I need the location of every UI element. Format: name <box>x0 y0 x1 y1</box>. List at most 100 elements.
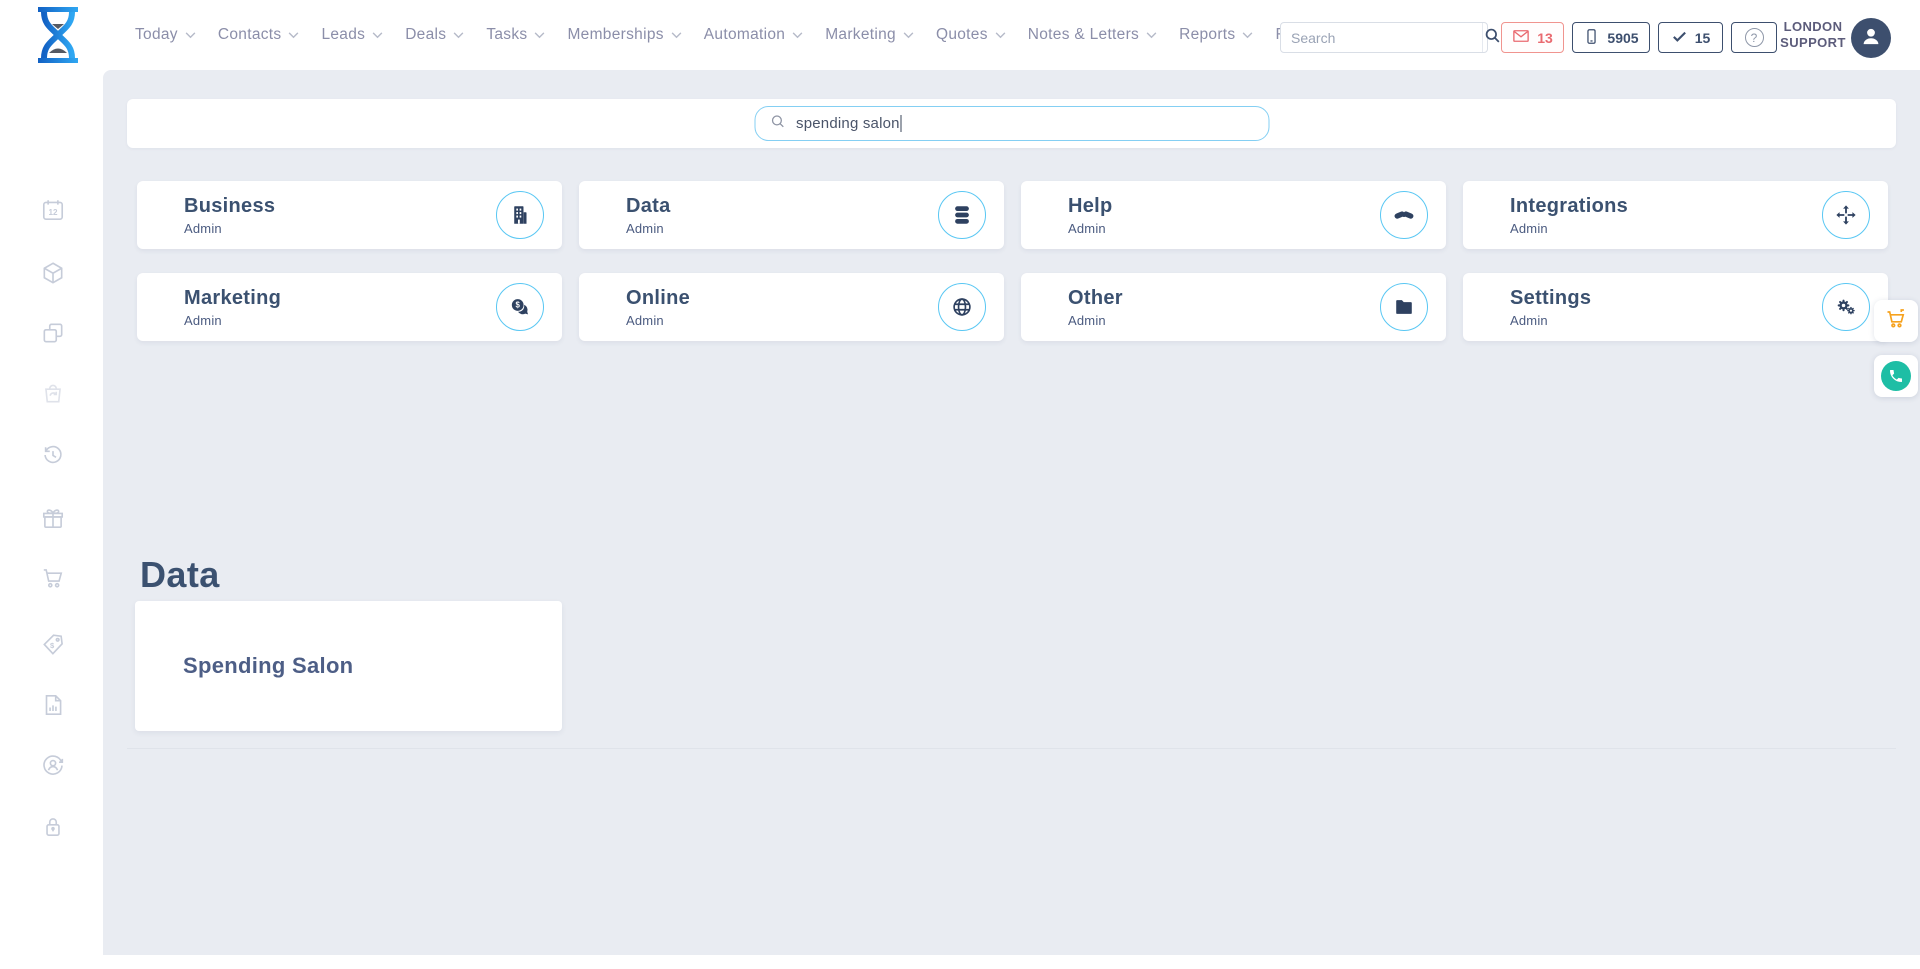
sidebar-icon-lock[interactable] <box>40 814 66 840</box>
card-data[interactable]: Data Admin <box>579 181 1004 249</box>
chevron-down-icon <box>288 32 299 39</box>
card-title: Business <box>184 195 275 218</box>
sidebar-icon-history[interactable] <box>40 442 66 468</box>
card-subtitle: Admin <box>626 221 671 236</box>
floating-cart-button[interactable] <box>1874 300 1918 342</box>
result-item-spending-salon[interactable]: Spending Salon <box>135 601 562 731</box>
chevron-down-icon <box>534 32 545 39</box>
card-text: Business Admin <box>137 195 275 236</box>
tasks-badge-button[interactable]: 15 <box>1658 22 1723 53</box>
card-business[interactable]: Business Admin <box>137 181 562 249</box>
card-text: Settings Admin <box>1463 287 1591 328</box>
nav-label: Tasks <box>486 26 527 44</box>
move-arrows-icon <box>1822 191 1870 239</box>
building-icon <box>496 191 544 239</box>
global-search-box <box>1280 22 1488 53</box>
card-text: Online Admin <box>579 287 690 328</box>
card-other[interactable]: Other Admin <box>1021 273 1446 341</box>
profile-name-line2: SUPPORT <box>1780 35 1846 51</box>
nav-label: Contacts <box>218 26 282 44</box>
module-search-input[interactable]: spending salon <box>754 106 1269 141</box>
folder-icon <box>1380 283 1428 331</box>
left-sidebar: 12 $ <box>0 70 103 969</box>
app-logo-hourglass-icon[interactable] <box>36 5 80 65</box>
sidebar-icon-copy[interactable] <box>40 320 66 346</box>
gears-icon <box>1822 283 1870 331</box>
nav-label: Quotes <box>936 26 988 44</box>
module-cards-grid: Business Admin Data Admin Help <box>137 181 1888 341</box>
nav-item-tasks[interactable]: Tasks <box>486 26 545 44</box>
card-marketing[interactable]: Marketing Admin $ <box>137 273 562 341</box>
card-online[interactable]: Online Admin <box>579 273 1004 341</box>
avatar[interactable] <box>1851 18 1891 58</box>
search-submit-button[interactable] <box>1482 23 1502 52</box>
section-divider <box>127 748 1896 749</box>
nav-label: Today <box>135 26 178 44</box>
nav-label: Reports <box>1179 26 1235 44</box>
card-text: Help Admin <box>1021 195 1113 236</box>
card-settings[interactable]: Settings Admin <box>1463 273 1888 341</box>
svg-text:12: 12 <box>48 208 58 217</box>
chevron-down-icon <box>185 32 196 39</box>
sidebar-icon-bag-refresh[interactable] <box>40 380 66 406</box>
chevron-down-icon <box>792 32 803 39</box>
card-help[interactable]: Help Admin <box>1021 181 1446 249</box>
card-text: Integrations Admin <box>1463 195 1628 236</box>
profile-name: LONDON SUPPORT <box>1778 0 1848 70</box>
card-subtitle: Admin <box>184 313 281 328</box>
phone-badge-button[interactable]: 5905 <box>1572 22 1650 53</box>
card-title: Other <box>1068 287 1123 310</box>
nav-item-marketing[interactable]: Marketing <box>825 26 914 44</box>
nav-item-automation[interactable]: Automation <box>704 26 803 44</box>
sidebar-icon-calendar[interactable]: 12 <box>40 197 66 223</box>
results-section-heading: Data <box>140 554 220 596</box>
card-subtitle: Admin <box>626 313 690 328</box>
chevron-down-icon <box>453 32 464 39</box>
card-subtitle: Admin <box>1510 221 1628 236</box>
nav-label: Marketing <box>825 26 896 44</box>
mail-badge-button[interactable]: 13 <box>1501 22 1564 53</box>
chevron-down-icon <box>372 32 383 39</box>
module-search-value: spending salon <box>796 115 900 132</box>
floating-whatsapp-button[interactable] <box>1874 355 1918 397</box>
chevron-down-icon <box>995 32 1006 39</box>
card-subtitle: Admin <box>184 221 275 236</box>
text-cursor <box>901 115 902 132</box>
card-title: Data <box>626 195 671 218</box>
nav-item-today[interactable]: Today <box>135 26 196 44</box>
nav-item-leads[interactable]: Leads <box>321 26 383 44</box>
sidebar-icon-report-document[interactable] <box>40 692 66 718</box>
card-title: Help <box>1068 195 1113 218</box>
sidebar-icon-price-tag[interactable]: $ <box>40 632 66 658</box>
global-search-input[interactable] <box>1281 30 1482 46</box>
person-icon <box>1858 23 1884 54</box>
nav-label: Automation <box>704 26 785 44</box>
chevron-down-icon <box>1242 32 1253 39</box>
nav-item-reports[interactable]: Reports <box>1179 26 1253 44</box>
nav-item-quotes[interactable]: Quotes <box>936 26 1006 44</box>
phone-count: 5905 <box>1607 30 1638 46</box>
nav-item-notes-letters[interactable]: Notes & Letters <box>1028 26 1157 44</box>
nav-item-contacts[interactable]: Contacts <box>218 26 300 44</box>
nav-label: Leads <box>321 26 365 44</box>
sidebar-icon-person-sync[interactable] <box>40 752 66 778</box>
card-subtitle: Admin <box>1510 313 1591 328</box>
sidebar-icon-gift[interactable] <box>40 505 66 531</box>
nav-item-deals[interactable]: Deals <box>405 26 464 44</box>
whatsapp-phone-icon <box>1881 361 1911 391</box>
chevron-down-icon <box>1146 32 1157 39</box>
nav-label: Memberships <box>567 26 663 44</box>
help-button[interactable]: ? <box>1731 22 1777 53</box>
svg-text:$: $ <box>516 301 521 310</box>
sidebar-icon-cube[interactable] <box>40 260 66 286</box>
smartphone-icon <box>1583 28 1600 48</box>
handshake-icon <box>1380 191 1428 239</box>
card-text: Data Admin <box>579 195 671 236</box>
main-nav: Today Contacts Leads Deals Tasks Members… <box>135 0 1310 70</box>
card-integrations[interactable]: Integrations Admin <box>1463 181 1888 249</box>
card-subtitle: Admin <box>1068 221 1113 236</box>
main-content: spending salon Business Admin Data Admin <box>103 70 1920 955</box>
question-mark-icon: ? <box>1745 28 1764 47</box>
nav-item-memberships[interactable]: Memberships <box>567 26 681 44</box>
sidebar-icon-cart[interactable] <box>40 565 66 591</box>
